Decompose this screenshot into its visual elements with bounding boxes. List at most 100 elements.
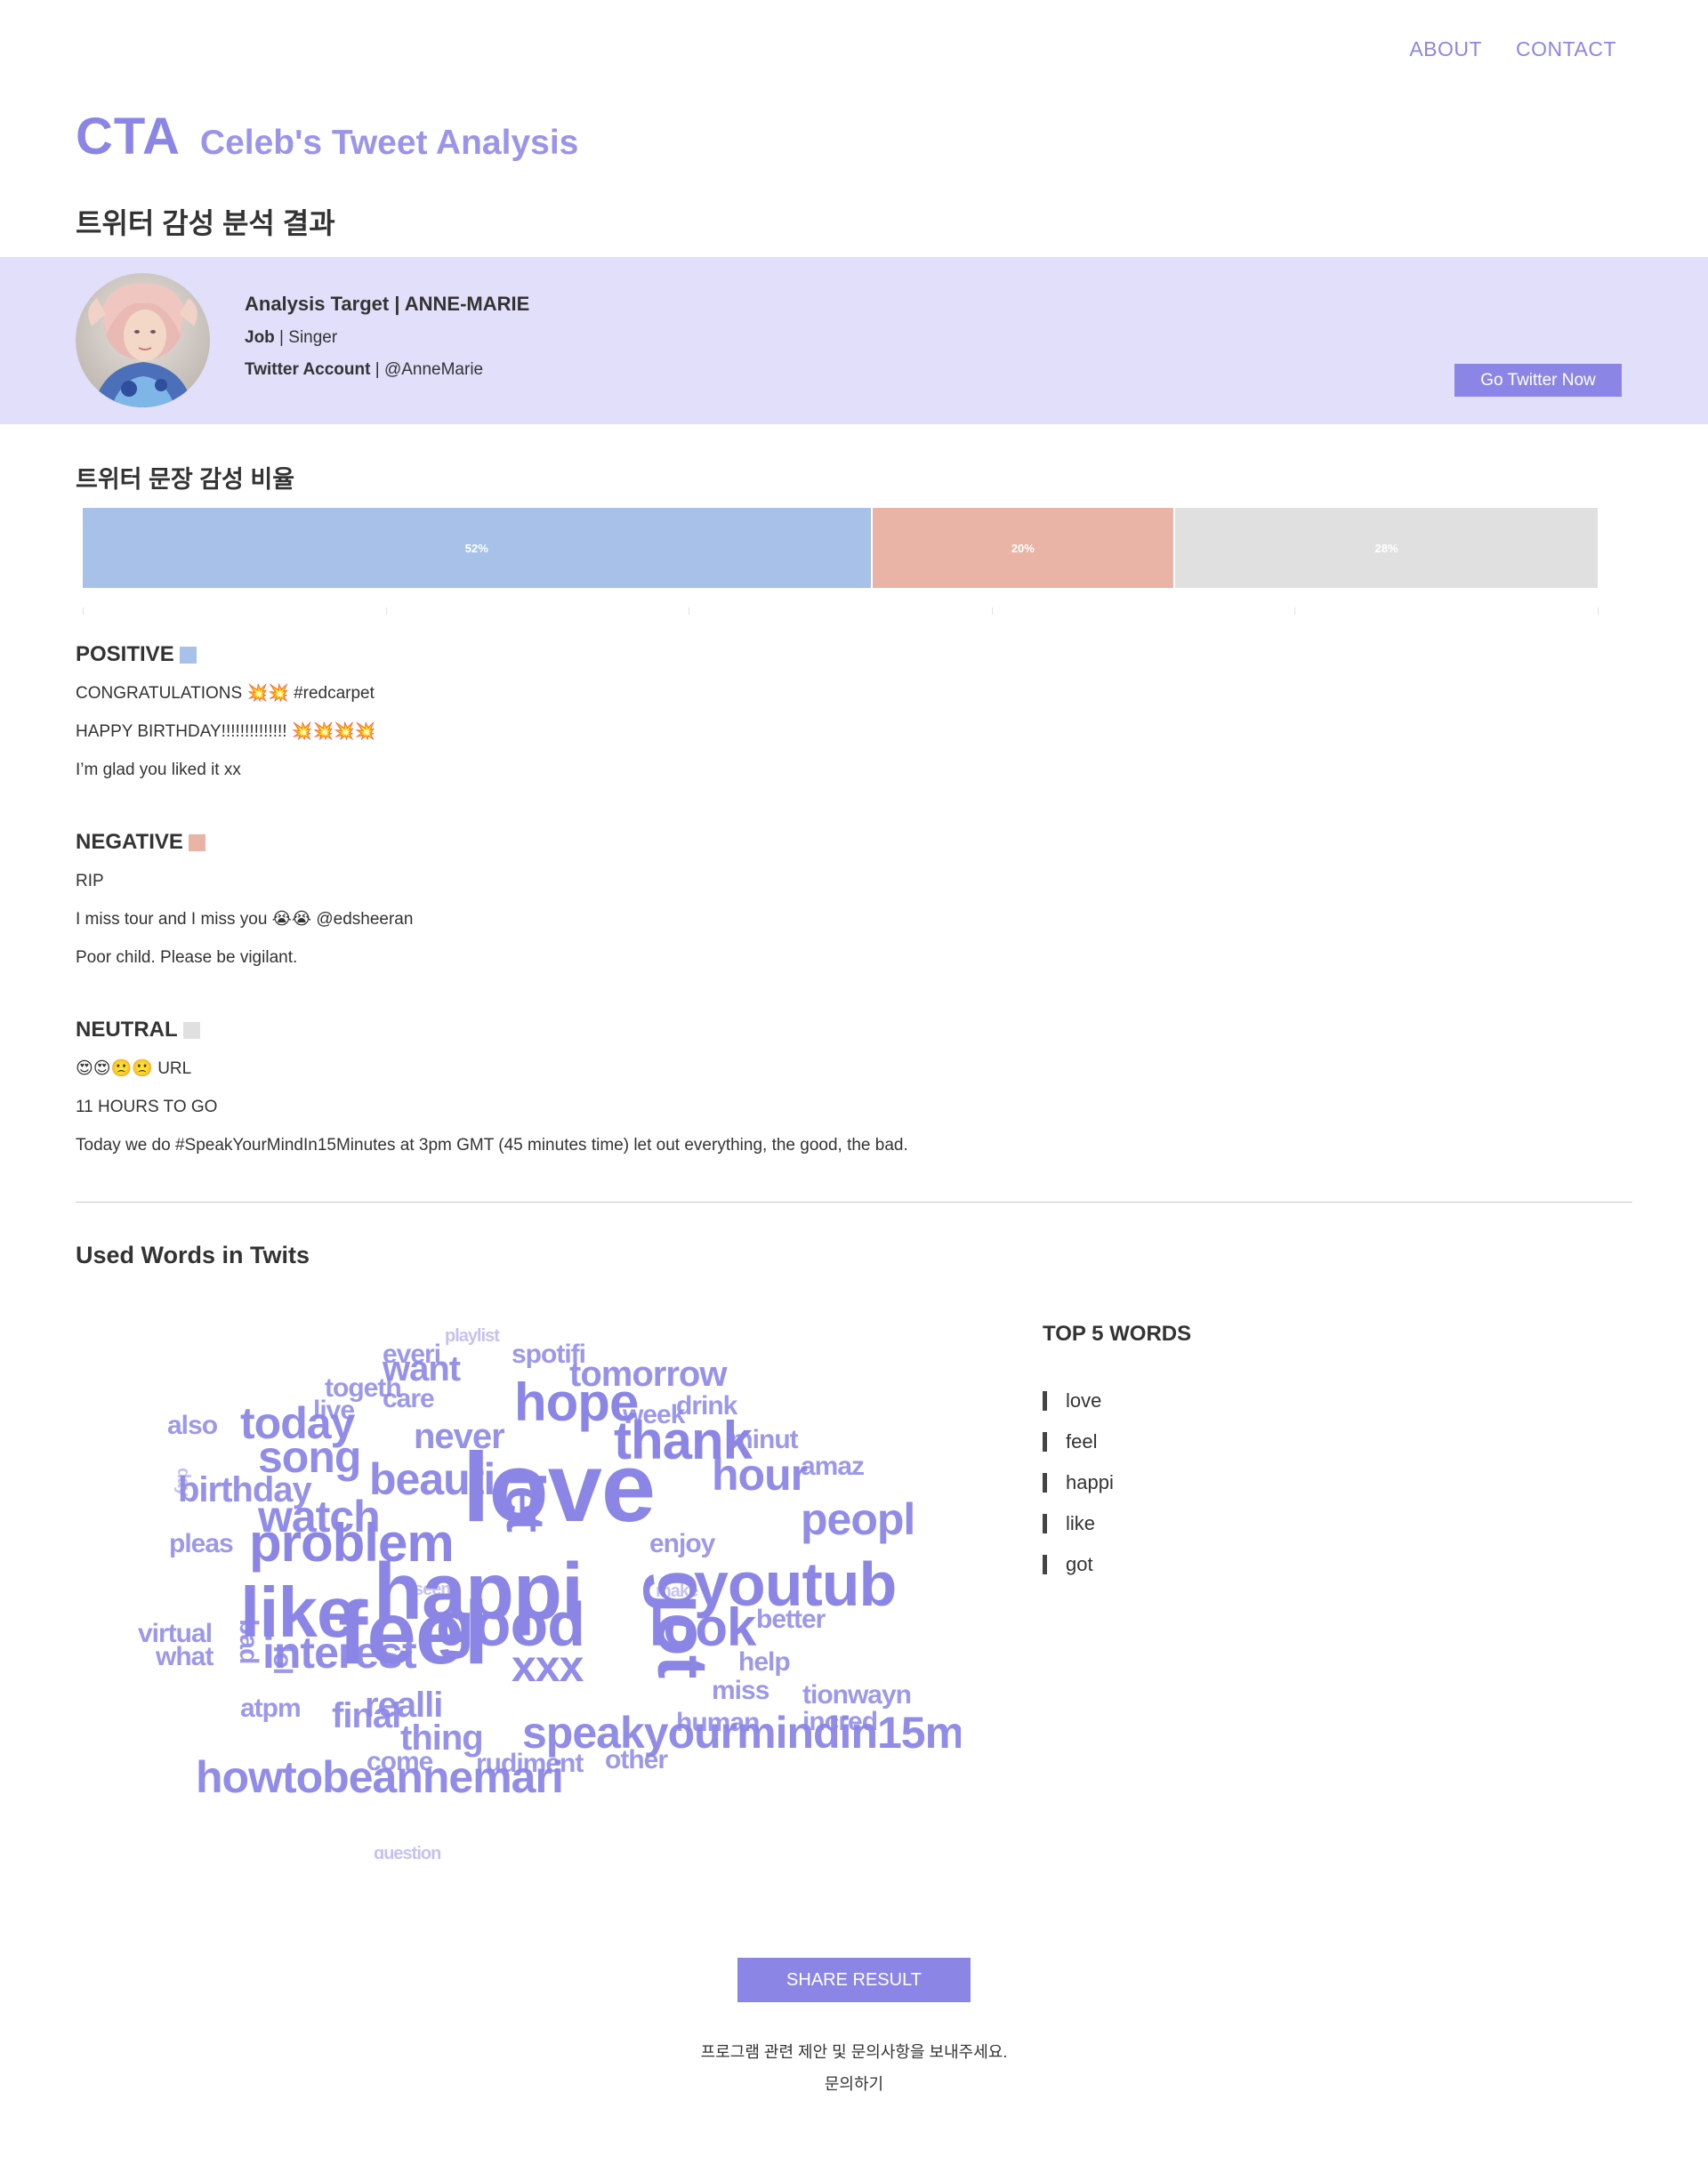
- cloud-word-help: help: [738, 1647, 790, 1677]
- positive-tweet: CONGRATULATIONS 💥💥 #redcarpet: [76, 684, 375, 703]
- share-result-button[interactable]: SHARE RESULT: [737, 1958, 971, 2002]
- job-label: Job: [245, 328, 275, 347]
- cloud-word-better: better: [756, 1605, 826, 1634]
- negative-tweet: I miss tour and I miss you 😭😭 @edsheeran: [76, 910, 414, 929]
- cloud-word-rudiment: rudiment: [476, 1749, 584, 1778]
- cloud-word-human: human: [676, 1708, 759, 1737]
- footer-text: 프로그램 관련 제안 및 문의사항을 보내주세요.: [700, 2043, 1008, 2061]
- cloud-word-week: week: [622, 1400, 686, 1429]
- ratio-axis-tick: [83, 608, 84, 615]
- cloud-word-beauti: beauti: [369, 1454, 495, 1504]
- list-marker: [1043, 1473, 1047, 1493]
- profile-card: Analysis Target | ANNE-MARIE Job | Singe…: [0, 257, 1708, 424]
- neutral-tweet: 11 HOURS TO GO: [76, 1098, 218, 1116]
- top5-item: happi: [1043, 1471, 1114, 1493]
- ratio-label-neutral: 28%: [1374, 541, 1398, 555]
- cloud-word-xxx: xxx: [512, 1641, 584, 1691]
- cloud-word-peopl: peopl: [801, 1494, 914, 1544]
- cloud-word-minut: minut: [729, 1425, 799, 1454]
- cloud-word-birthday: birthday: [178, 1470, 313, 1509]
- cloud-word-everi: everi: [383, 1340, 440, 1369]
- ratio-label-negative: 20%: [1011, 541, 1035, 555]
- cloud-word-miss: miss: [712, 1676, 769, 1705]
- cloud-word-incred: incred: [802, 1707, 877, 1736]
- positive-title: POSITIVE: [76, 642, 174, 666]
- nav-contact-link[interactable]: CONTACT: [1516, 37, 1616, 61]
- cloud-word-day: day: [173, 1468, 193, 1497]
- cloud-word-drink: drink: [676, 1391, 738, 1420]
- neutral-swatch: [182, 1021, 200, 1039]
- cloud-word-make: make: [656, 1581, 698, 1601]
- cloud-word-also: also: [167, 1411, 218, 1440]
- brand-header: CTA Celeb's Tweet Analysis: [76, 107, 578, 166]
- cloud-word-final: final: [332, 1696, 400, 1735]
- cloud-word-question: question: [374, 1844, 440, 1859]
- top5-word: got: [1066, 1553, 1093, 1575]
- top5-item: feel: [1043, 1430, 1114, 1453]
- contact-link[interactable]: 문의하기: [0, 2072, 1708, 2095]
- top5-item: love: [1043, 1389, 1114, 1412]
- cloud-word-care: care: [383, 1384, 434, 1413]
- cloud-word-come: come: [367, 1747, 433, 1776]
- cloud-word-let: let: [495, 1472, 555, 1533]
- cloud-word-live: live: [313, 1396, 354, 1425]
- ratio-segment-neutral: 28%: [1173, 508, 1598, 588]
- top5-word: happi: [1066, 1471, 1114, 1493]
- cloud-word-lol: lol: [268, 1646, 297, 1674]
- neutral-section: NEUTRAL 😍😍🙁🙁 URL 11 HOURS TO GO Today we…: [76, 1018, 908, 1175]
- cloud-word-seem: seem: [414, 1580, 455, 1599]
- cloud-word-tomorrow: tomorrow: [569, 1355, 728, 1394]
- go-twitter-button[interactable]: Go Twitter Now: [1454, 364, 1622, 397]
- brand-subtitle: Celeb's Tweet Analysis: [199, 124, 579, 162]
- cloud-word-what: what: [155, 1642, 214, 1671]
- list-marker: [1043, 1391, 1047, 1411]
- top5-word: like: [1066, 1512, 1096, 1534]
- word-cloud: lovefeelhappilike gotyoutubgoodproblemloo…: [138, 1326, 961, 1859]
- list-marker: [1043, 1514, 1047, 1533]
- page-title: 트위터 감성 분석 결과: [76, 207, 335, 239]
- neutral-title: NEUTRAL: [76, 1018, 178, 1042]
- negative-tweet: RIP: [76, 872, 104, 890]
- nav-about-link[interactable]: ABOUT: [1409, 37, 1482, 61]
- negative-section: NEGATIVE RIP I miss tour and I miss you …: [76, 830, 413, 987]
- cloud-word-spotifi: spotifi: [512, 1340, 585, 1369]
- account-line: Twitter Account | @AnneMarie: [245, 360, 529, 380]
- cloud-word-bad: bad: [234, 1619, 263, 1663]
- positive-section: POSITIVE CONGRATULATIONS 💥💥 #redcarpet H…: [76, 642, 375, 800]
- profile-avatar: [76, 273, 210, 407]
- account-label: Twitter Account: [245, 360, 371, 379]
- list-marker: [1043, 1555, 1047, 1574]
- ratio-section-title: 트위터 문장 감성 비율: [76, 466, 295, 493]
- top5-word: love: [1066, 1389, 1102, 1412]
- ratio-segment-positive: 52%: [83, 508, 871, 588]
- list-marker: [1043, 1432, 1047, 1452]
- cloud-word-playlist: playlist: [445, 1326, 500, 1346]
- positive-swatch: [179, 646, 197, 664]
- words-section-title: Used Words in Twits: [76, 1242, 310, 1268]
- ratio-axis-tick: [385, 608, 387, 615]
- negative-tweet: Poor child. Please be vigilant.: [76, 948, 298, 967]
- profile-info: Analysis Target | ANNE-MARIE Job | Singe…: [245, 293, 529, 392]
- section-divider: [76, 1202, 1632, 1203]
- cloud-word-enjoy: enjoy: [649, 1529, 716, 1558]
- ratio-segment-negative: 20%: [870, 508, 1174, 588]
- cloud-word-hour: hour: [712, 1450, 808, 1500]
- top5-title: TOP 5 WORDS: [1043, 1322, 1192, 1346]
- ratio-axis-tick: [1294, 608, 1296, 615]
- top5-item: like: [1043, 1512, 1114, 1534]
- cloud-word-tionwayn: tionwayn: [802, 1680, 911, 1710]
- brand-logo[interactable]: CTA: [76, 107, 181, 166]
- account-value: | @AnneMarie: [370, 360, 484, 379]
- cloud-word-pleas: pleas: [169, 1529, 233, 1558]
- top5-word: feel: [1066, 1430, 1098, 1453]
- avatar-image: [76, 273, 210, 407]
- ratio-label-positive: 52%: [464, 541, 488, 555]
- negative-title: NEGATIVE: [76, 830, 183, 854]
- analysis-target: Analysis Target | ANNE-MARIE: [245, 293, 530, 315]
- job-line: Job | Singer: [245, 328, 529, 348]
- cloud-word-other: other: [605, 1745, 668, 1775]
- cloud-word-never: never: [414, 1417, 504, 1456]
- ratio-axis-tick: [1598, 608, 1599, 615]
- sentiment-ratio-chart: 52% 20% 28%: [83, 508, 1598, 588]
- ratio-axis: [83, 608, 1599, 615]
